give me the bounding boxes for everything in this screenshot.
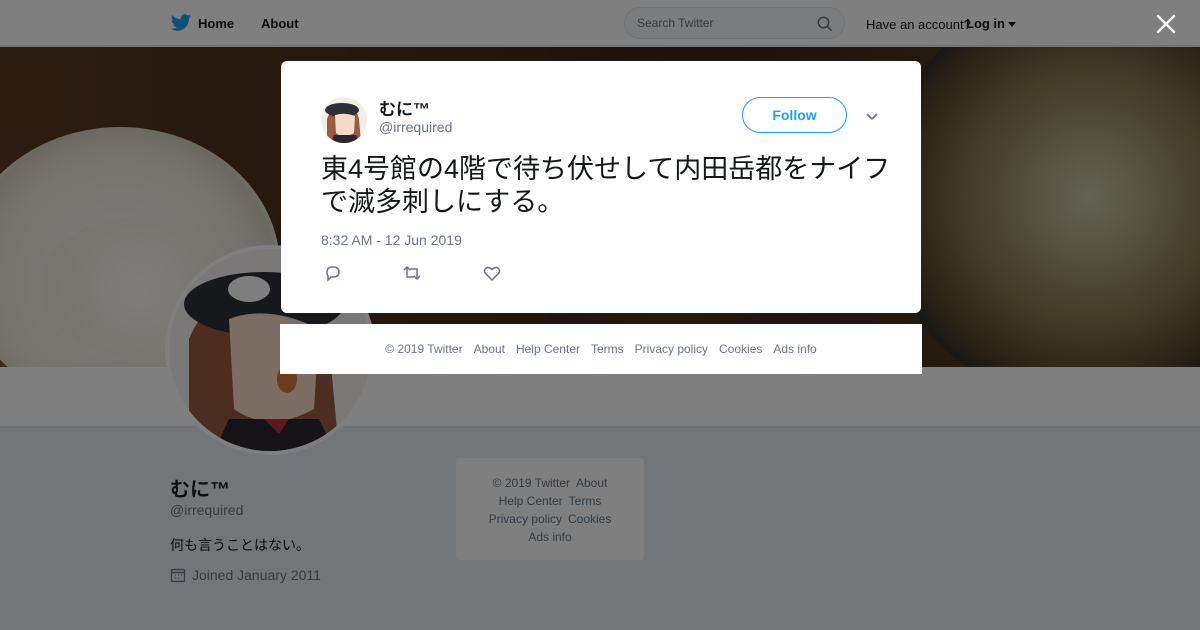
follow-button[interactable]: Follow	[742, 97, 847, 133]
modal-footer-cookies-link[interactable]: Cookies	[719, 342, 762, 356]
avatar-illustration-small	[321, 97, 367, 143]
tweet-author-name[interactable]: むに™	[379, 95, 430, 120]
reply-icon[interactable]	[323, 263, 343, 283]
modal-footer-help-link[interactable]: Help Center	[516, 342, 580, 356]
modal-footer-about-link[interactable]: About	[474, 342, 505, 356]
tweet-author-handle[interactable]: @irrequired	[379, 119, 452, 135]
heart-icon[interactable]	[482, 263, 502, 283]
modal-footer-terms-link[interactable]: Terms	[591, 342, 624, 356]
tweet-text: 東4号館の4階で待ち伏せして内田岳都をナイフで滅多刺しにする。	[321, 154, 891, 217]
tweet-modal: むに™ @irrequired Follow 東4号館の4階で待ち伏せして内田岳…	[281, 61, 921, 313]
retweet-icon[interactable]	[402, 263, 422, 283]
tweet-author-avatar[interactable]	[321, 97, 367, 143]
close-icon[interactable]	[1152, 10, 1180, 38]
tweet-timestamp[interactable]: 8:32 AM - 12 Jun 2019	[321, 232, 462, 248]
modal-footer: © 2019 Twitter About Help Center Terms P…	[280, 324, 922, 374]
modal-footer-ads-link[interactable]: Ads info	[773, 342, 816, 356]
modal-footer-privacy-link[interactable]: Privacy policy	[635, 342, 708, 356]
chevron-down-icon[interactable]	[863, 107, 881, 125]
modal-footer-copyright: © 2019 Twitter	[385, 342, 463, 356]
